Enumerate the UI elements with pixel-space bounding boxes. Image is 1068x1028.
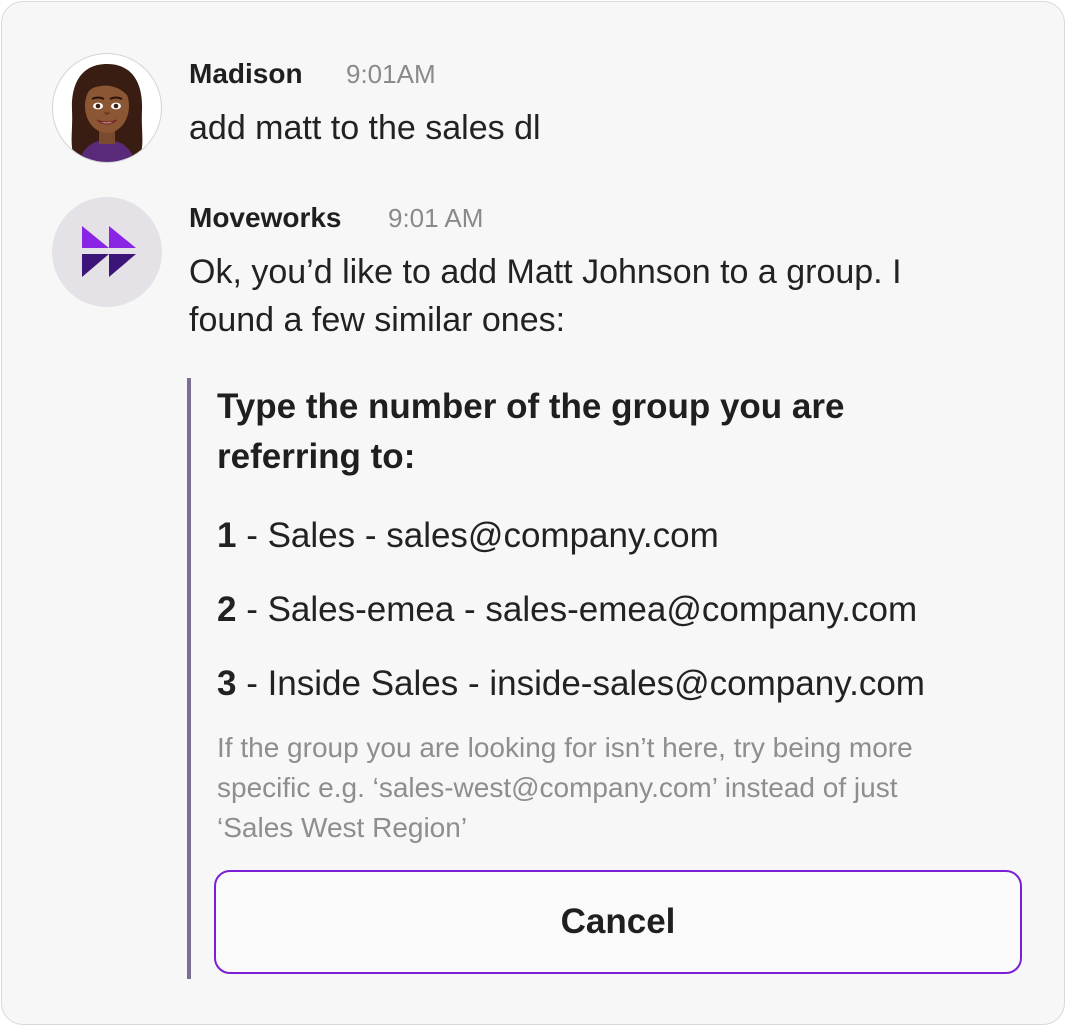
chat-card: Madison 9:01AM add matt to the sales dl … <box>1 1 1065 1025</box>
message-timestamp: 9:01 AM <box>388 203 484 233</box>
prompt-title-line: Type the number of the group you are <box>217 387 845 426</box>
message-line: found a few similar ones: <box>189 301 566 339</box>
group-selection-prompt: Type the number of the group you are ref… <box>217 382 1027 848</box>
sender-name: Moveworks <box>189 202 342 233</box>
message-text: Ok, you’d like to add Matt Johnson to a … <box>189 248 902 344</box>
message-line: Ok, you’d like to add Matt Johnson to a … <box>189 253 902 291</box>
option-number: 1 <box>217 516 237 555</box>
hint-line: If the group you are looking for isn’t h… <box>217 732 913 763</box>
hint-line: specific e.g. ‘sales-west@company.com’ i… <box>217 772 898 803</box>
prompt-title: Type the number of the group you are ref… <box>217 382 1027 482</box>
hint-line: ‘Sales West Region’ <box>217 812 468 843</box>
option-text: - Sales - sales@company.com <box>236 516 719 555</box>
prompt-title-line: referring to: <box>217 437 416 476</box>
group-option-2: 2 - Sales-emea - sales-emea@company.com <box>217 590 1027 630</box>
bitmoji-avatar-icon <box>52 53 162 163</box>
hint-text: If the group you are looking for isn’t h… <box>217 728 1027 848</box>
moveworks-logo-icon <box>52 197 162 307</box>
group-option-3: 3 - Inside Sales - inside-sales@company.… <box>217 664 1027 704</box>
option-number: 3 <box>217 664 237 703</box>
option-text: - Inside Sales - inside-sales@company.co… <box>236 664 925 703</box>
sender-name: Madison <box>189 58 303 89</box>
message-text: add matt to the sales dl <box>189 109 541 147</box>
quote-bar <box>187 378 191 979</box>
cancel-button[interactable]: Cancel <box>214 870 1022 974</box>
group-option-1: 1 - Sales - sales@company.com <box>217 516 1027 556</box>
option-number: 2 <box>217 590 237 629</box>
message-timestamp: 9:01AM <box>346 59 436 89</box>
option-text: - Sales-emea - sales-emea@company.com <box>236 590 918 629</box>
